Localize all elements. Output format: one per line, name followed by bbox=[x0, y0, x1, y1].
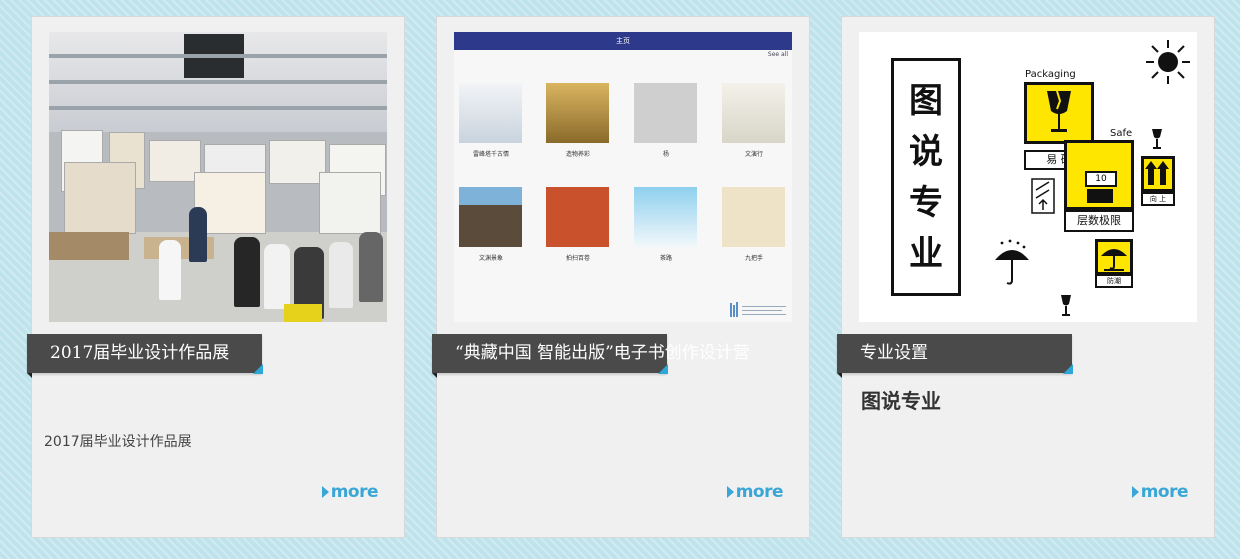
ebook-app-screenshot[interactable]: 主页 See all 雷峰塔千古情 造物养彩 杨 文演行 文渊景象 拍扫百卷 茶… bbox=[454, 32, 792, 322]
play-arrow-icon bbox=[321, 486, 329, 498]
umbrella-rain-icon bbox=[995, 239, 1029, 285]
tile-thumb bbox=[459, 187, 522, 247]
safe-label: Safe bbox=[1110, 128, 1133, 139]
more-button[interactable]: more bbox=[726, 482, 784, 502]
play-arrow-icon bbox=[1131, 486, 1139, 498]
label-corner-accent bbox=[1063, 364, 1073, 374]
small-glass-icon bbox=[1152, 129, 1162, 149]
tile-caption: 雷峰塔千古情 bbox=[472, 151, 509, 158]
photo-exhibition-hall bbox=[49, 32, 387, 322]
stack-limit-box: 10 bbox=[1064, 140, 1134, 210]
play-arrow-icon bbox=[726, 486, 734, 498]
card-label[interactable]: 2017届毕业设计作品展 bbox=[27, 334, 263, 378]
tile-caption: 文演行 bbox=[744, 151, 763, 158]
glass-bottom-icon bbox=[1061, 295, 1071, 316]
tile-thumb bbox=[546, 187, 609, 247]
tile-caption: 文渊景象 bbox=[478, 255, 503, 262]
up-tag: 向 上 bbox=[1141, 192, 1175, 206]
tile-thumb bbox=[722, 83, 785, 143]
tile-thumb bbox=[459, 83, 522, 143]
publisher-logo-icon bbox=[730, 302, 786, 317]
major-poster[interactable]: 图 说 专 业 Packaging 易 碎 Safe 10 层数极限 向 上 防… bbox=[859, 32, 1197, 322]
label-fold bbox=[432, 373, 437, 378]
fragile-box bbox=[1024, 82, 1094, 144]
stack-limit-tag: 层数极限 bbox=[1064, 210, 1134, 232]
tile-thumb bbox=[634, 83, 697, 143]
card-label[interactable]: 专业设置 bbox=[837, 334, 1073, 378]
tile-thumb bbox=[546, 83, 609, 143]
card-description: 图说专业 bbox=[861, 389, 941, 413]
box-corner-icon bbox=[1031, 178, 1055, 214]
label-corner-accent bbox=[658, 364, 668, 374]
card-label[interactable]: “典藏中国 智能出版”电子书创作设计营 bbox=[432, 334, 750, 378]
tile-caption: 茶路 bbox=[659, 255, 672, 262]
sun-icon bbox=[1146, 40, 1190, 84]
card-description: 2017届毕业设计作品展 bbox=[44, 434, 192, 450]
tile-caption: 杨 bbox=[662, 151, 669, 158]
vertical-char: 说 bbox=[909, 131, 943, 172]
vertical-char: 图 bbox=[909, 80, 943, 121]
card-label-text: 2017届毕业设计作品展 bbox=[50, 343, 230, 363]
more-label: more bbox=[1140, 482, 1189, 502]
tile-thumb bbox=[722, 187, 785, 247]
see-all-link: See all bbox=[767, 51, 788, 58]
up-arrows-icon bbox=[1145, 161, 1169, 185]
tile-caption: 九把手 bbox=[744, 255, 763, 262]
label-fold bbox=[837, 373, 842, 378]
card-graduation-exhibition[interactable]: 2017届毕业设计作品展 2017届毕业设计作品展 more bbox=[27, 16, 405, 538]
this-way-up-box bbox=[1141, 156, 1175, 192]
wineglass-icon bbox=[1047, 90, 1071, 132]
keep-dry-box bbox=[1095, 239, 1133, 275]
vertical-char: 业 bbox=[909, 233, 943, 274]
more-label: more bbox=[330, 482, 379, 502]
exhibition-photo[interactable] bbox=[49, 32, 387, 322]
vertical-title-box: 图 说 专 业 bbox=[891, 58, 961, 296]
label-fold bbox=[27, 373, 32, 378]
app-title: 主页 bbox=[454, 32, 792, 50]
tile-caption: 拍扫百卷 bbox=[565, 255, 590, 262]
more-label: more bbox=[735, 482, 784, 502]
app-home-screen: 主页 See all 雷峰塔千古情 造物养彩 杨 文演行 文渊景象 拍扫百卷 茶… bbox=[454, 32, 792, 322]
tile-thumb bbox=[634, 187, 697, 247]
card-ebook-camp[interactable]: 主页 See all 雷峰塔千古情 造物养彩 杨 文演行 文渊景象 拍扫百卷 茶… bbox=[432, 16, 810, 538]
label-corner-accent bbox=[253, 364, 263, 374]
vertical-char: 专 bbox=[909, 182, 943, 223]
card-majors[interactable]: 图 说 专 业 Packaging 易 碎 Safe 10 层数极限 向 上 防… bbox=[837, 16, 1215, 538]
more-button[interactable]: more bbox=[1131, 482, 1189, 502]
packaging-label: Packaging bbox=[1025, 69, 1076, 80]
umbrella-icon bbox=[1101, 249, 1127, 271]
card-label-text: “典藏中国 智能出版”电子书创作设计营 bbox=[455, 343, 750, 363]
tile-caption: 造物养彩 bbox=[565, 151, 590, 158]
card-label-text: 专业设置 bbox=[860, 343, 928, 363]
packaging-diagram: 图 说 专 业 Packaging 易 碎 Safe 10 层数极限 向 上 防… bbox=[859, 32, 1197, 322]
more-button[interactable]: more bbox=[321, 482, 379, 502]
stack-number: 10 bbox=[1085, 171, 1117, 187]
moisture-tag: 防潮 bbox=[1095, 274, 1133, 288]
